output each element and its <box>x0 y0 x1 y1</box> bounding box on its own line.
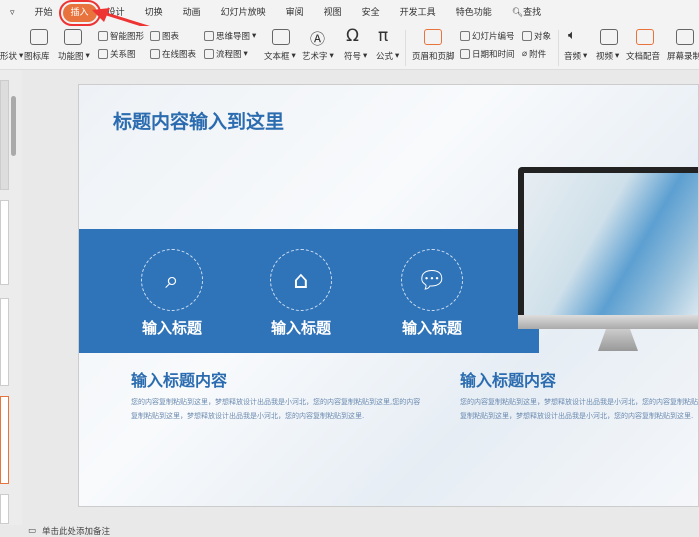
formula-button[interactable]: 公式 ▾ <box>376 50 399 62</box>
mindmap-button[interactable]: 思维导图 ▾ <box>204 30 256 42</box>
tab-view[interactable]: 视图 <box>314 4 352 22</box>
slide-number-button[interactable]: 幻灯片编号 <box>460 30 515 42</box>
func-chart-button[interactable]: 功能图 ▾ <box>58 50 90 62</box>
attachment-button[interactable]: ⌀ 附件 <box>522 48 546 60</box>
chart-icon <box>150 31 160 41</box>
icon-lib-button[interactable]: 图标库 <box>24 50 50 62</box>
search-icon: 🔍︎ <box>511 8 524 18</box>
datetime-button[interactable]: 日期和时间 <box>460 48 515 60</box>
lab-photo <box>524 173 698 323</box>
content-column: 输入标题内容 您的内容复制粘贴到这里，梦想释放设计出品我是小河北，您的内容复制粘贴… <box>131 371 421 420</box>
search-button[interactable]: 🔍︎查找 <box>502 4 551 22</box>
relation-icon <box>98 49 108 59</box>
slide-title[interactable]: 标题内容输入到这里 <box>113 107 284 134</box>
textbox-button[interactable]: 文本框 ▾ <box>264 50 296 62</box>
paperclip-icon: ⌀ <box>522 49 528 59</box>
wordart-icon: Ⓐ <box>310 30 326 48</box>
dubbing-button[interactable]: 文档配音 <box>626 50 660 62</box>
relation-button[interactable]: 关系图 <box>98 48 136 60</box>
tab-features[interactable]: 特色功能 <box>446 4 502 22</box>
smart-art-icon <box>98 31 108 41</box>
monitor-image <box>518 167 698 357</box>
tab-home[interactable]: 开始 <box>25 4 63 22</box>
slide-thumbnail[interactable] <box>0 298 9 386</box>
calendar-icon <box>460 49 470 59</box>
chart-button[interactable]: 图表 <box>150 30 179 42</box>
slide-thumbnail-selected[interactable] <box>0 396 9 484</box>
notes-icon: ▭ <box>28 526 37 536</box>
audio-button[interactable]: 音频 ▾ <box>564 50 587 62</box>
content-column: 输入标题内容 您的内容复制粘贴到这里，梦想释放设计出品我是小河北，您的内容复制粘贴… <box>460 371 699 420</box>
slide-thumbnail[interactable] <box>0 200 9 285</box>
screen-record-icon <box>676 29 694 45</box>
feature-item: ⌕ 输入标题 <box>117 249 227 338</box>
chat-icon: 💬︎ <box>401 249 463 311</box>
thumbnail-scrollbar[interactable] <box>11 96 16 156</box>
symbol-icon: Ω <box>346 26 359 46</box>
video-icon <box>600 29 618 45</box>
slide-canvas[interactable]: 标题内容输入到这里 ⌕ 输入标题 ⌂ 输入标题 💬︎ 输入标题 输入标题内容 您的内容复… <box>78 84 699 507</box>
flowchart-icon <box>204 49 214 59</box>
feature-item: ⌂ 输入标题 <box>246 249 356 338</box>
shape-button[interactable]: 形状 ▾ <box>0 50 23 62</box>
header-footer-button[interactable]: 页眉和页脚 <box>412 50 455 62</box>
slide-thumbnail[interactable] <box>0 80 9 190</box>
slide-thumbnail[interactable] <box>0 494 9 524</box>
tab-security[interactable]: 安全 <box>352 4 390 22</box>
search-icon: ⌕ <box>141 249 203 311</box>
home-icon: ⌂ <box>270 249 332 311</box>
ribbon-toolbar: 形状 ▾ 图标库 功能图 ▾ 智能图形 图表 关系图 在线图表 思维导图 ▾ 流程图 ▾… <box>0 26 699 70</box>
notes-bar[interactable]: ▭ 单击此处添加备注 <box>22 525 699 537</box>
audio-icon: 🔈︎ <box>568 28 576 43</box>
icon-lib-icon <box>30 29 48 45</box>
video-button[interactable]: 视频 ▾ <box>596 50 619 62</box>
textbox-icon <box>272 29 290 45</box>
slide-number-icon <box>460 31 470 41</box>
smart-art-button[interactable]: 智能图形 <box>98 30 144 42</box>
quick-dropdown-icon[interactable]: ▿ <box>0 4 25 22</box>
object-button[interactable]: 对象 <box>522 30 551 42</box>
object-icon <box>522 31 532 41</box>
formula-icon: π <box>378 26 389 46</box>
tab-developer[interactable]: 开发工具 <box>390 4 446 22</box>
symbol-button[interactable]: 符号 ▾ <box>344 50 367 62</box>
tab-review[interactable]: 审阅 <box>276 4 314 22</box>
dubbing-icon <box>636 29 654 45</box>
feature-item: 💬︎ 输入标题 <box>377 249 487 338</box>
online-chart-button[interactable]: 在线图表 <box>150 48 196 60</box>
online-chart-icon <box>150 49 160 59</box>
mindmap-icon <box>204 31 214 41</box>
screen-record-button[interactable]: 屏幕录制 <box>667 50 699 62</box>
flowchart-button[interactable]: 流程图 ▾ <box>204 48 248 60</box>
wordart-button[interactable]: 艺术字 ▾ <box>302 50 334 62</box>
header-footer-icon <box>424 29 442 45</box>
func-chart-icon <box>64 29 82 45</box>
